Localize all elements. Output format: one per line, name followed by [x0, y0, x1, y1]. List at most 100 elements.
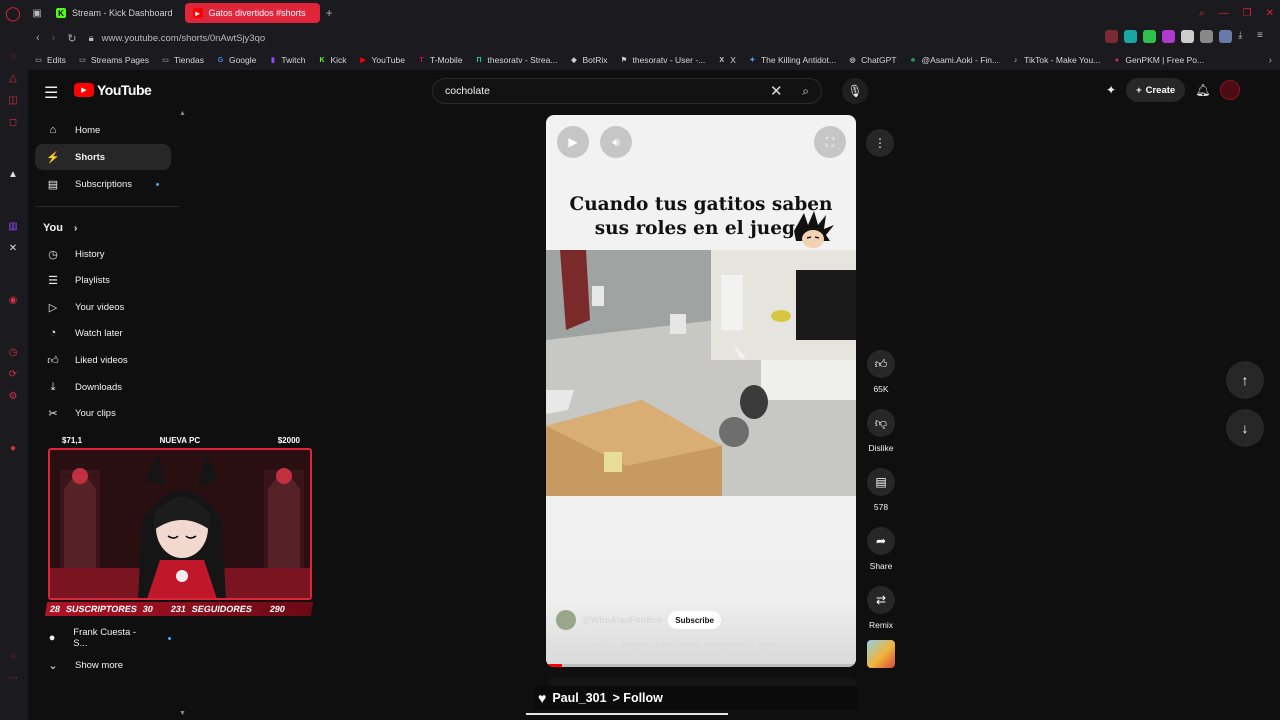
- bookmark-item[interactable]: ▭ Tiendas: [161, 55, 204, 65]
- voice-search-button[interactable]: 🎙︎: [842, 78, 868, 104]
- more-icon[interactable]: ⋯: [7, 672, 19, 684]
- browser-menu-icon[interactable]: ≡: [1257, 30, 1270, 43]
- bookmark-item[interactable]: ▭ Edits: [34, 55, 66, 65]
- messenger-icon[interactable]: ◌: [7, 50, 19, 62]
- notifications-icon[interactable]: 🔔︎: [1195, 83, 1210, 97]
- sidebar-item-your-clips[interactable]: ✂ Your clips: [35, 400, 171, 426]
- dislike-button[interactable]: 👎︎: [867, 409, 895, 437]
- bookmark-item[interactable]: ⚑ thesoratv - User -...: [620, 55, 705, 65]
- bookmarks-overflow-icon[interactable]: ›: [1269, 55, 1272, 66]
- clear-search-icon[interactable]: ✕: [770, 82, 783, 100]
- bookmark-item[interactable]: ✦ The Killing Antidot...: [748, 55, 837, 65]
- tab-kick-dashboard[interactable]: K Stream - Kick Dashboard: [48, 3, 181, 23]
- extension-icon[interactable]: [1105, 30, 1118, 43]
- bookmark-item[interactable]: ● GenPKM | Free Po...: [1112, 55, 1204, 65]
- search-box[interactable]: cocholate ✕ ⌕: [432, 78, 822, 104]
- download-icon[interactable]: ⤓: [1238, 30, 1251, 43]
- close-window-icon[interactable]: ✕: [1266, 8, 1274, 19]
- bookmark-item[interactable]: ▮ Twitch: [268, 55, 306, 65]
- like-button[interactable]: 👍︎: [867, 350, 895, 378]
- puzzle-icon[interactable]: [1200, 30, 1213, 43]
- share-button[interactable]: ➦: [867, 527, 895, 555]
- sidebar-item-history[interactable]: ◷ History: [35, 241, 171, 267]
- search-input[interactable]: cocholate: [445, 85, 490, 97]
- bookmark-item[interactable]: G Google: [216, 55, 257, 65]
- sidebar-item-frank-cuesta-s[interactable]: ● Frank Cuesta - S...: [35, 625, 171, 651]
- extension-icon[interactable]: [1162, 30, 1175, 43]
- tab-menu-icon[interactable]: ▣: [26, 8, 48, 19]
- sidebar-item-subscriptions[interactable]: ▤ Subscriptions: [35, 171, 171, 197]
- scroll-up-icon[interactable]: ▲: [179, 110, 186, 117]
- sidebar-item-liked-videos[interactable]: 👍︎ Liked videos: [35, 347, 171, 373]
- sidebar-item-watch-later[interactable]: ◔ Watch later: [35, 320, 171, 346]
- bookmark-item[interactable]: ♣ @Asami.Aoki - Fin...: [909, 55, 999, 65]
- forward-icon[interactable]: ›: [52, 32, 56, 45]
- short-hashtags[interactable]: #shorts #viralshorts #dragonballz #goku: [620, 639, 783, 649]
- reload-icon[interactable]: ↻: [67, 32, 76, 45]
- bookmark-item[interactable]: XX: [717, 55, 736, 65]
- bookmark-item[interactable]: ◆ BotRix: [569, 55, 607, 65]
- sidebar-setup-icon[interactable]: ⁘: [7, 650, 19, 662]
- settings-icon[interactable]: ⚙: [7, 390, 19, 402]
- scroll-down-icon[interactable]: ▼: [179, 710, 186, 717]
- channel-handle[interactable]: @WhoAlanFonfico: [582, 615, 662, 625]
- sound-thumbnail[interactable]: [867, 640, 895, 668]
- dislike-action[interactable]: 👎︎ Dislike: [866, 409, 896, 453]
- sidebar-item-show-more[interactable]: ⌄ Show more: [35, 652, 171, 678]
- play-button[interactable]: ▶: [557, 126, 589, 158]
- bookmark-item[interactable]: ▭ Streams Pages: [78, 55, 149, 65]
- url-field[interactable]: 🔒︎ www.youtube.com/shorts/0nAwtSjy3qo: [89, 33, 266, 44]
- remix-button[interactable]: ⇄: [867, 586, 895, 614]
- avatar[interactable]: [1220, 80, 1241, 100]
- short-progress-bar[interactable]: [546, 664, 856, 667]
- create-button[interactable]: + Create: [1126, 78, 1186, 102]
- volume-button[interactable]: 🔊︎: [600, 126, 632, 158]
- minimize-icon[interactable]: —: [1219, 8, 1229, 19]
- previous-short-button[interactable]: ↑: [1226, 361, 1264, 399]
- pinboard-icon[interactable]: ◫: [7, 94, 19, 106]
- player-icon[interactable]: ◉: [7, 294, 19, 306]
- bookmark-item[interactable]: K Kick: [317, 55, 346, 65]
- twitch-sidebar-icon[interactable]: ▥: [7, 220, 19, 232]
- extension-icon[interactable]: [1124, 30, 1137, 43]
- short-video-frame[interactable]: [546, 250, 856, 496]
- sidebar-item-your-videos[interactable]: ▷ Your videos: [35, 294, 171, 320]
- sync-icon[interactable]: ⟳: [7, 368, 19, 380]
- tab-youtube-short[interactable]: ▸ Gatos divertidos #shorts: [184, 3, 320, 23]
- comments-button[interactable]: ▤: [867, 468, 895, 496]
- sidebar-item-downloads[interactable]: ⤓ Downloads: [35, 374, 171, 400]
- next-short-button[interactable]: ↓: [1226, 409, 1264, 447]
- bookmark-item[interactable]: ♪ TikTok - Make You...: [1011, 55, 1100, 65]
- sidebar-item-playlists[interactable]: ☰ Playlists: [35, 267, 171, 293]
- comments-action[interactable]: ▤ 578: [866, 468, 896, 512]
- extension-sidebar-icon[interactable]: ●: [7, 442, 19, 454]
- opera-logo-icon[interactable]: ◯: [0, 0, 26, 26]
- x-sidebar-icon[interactable]: ✕: [7, 242, 19, 254]
- youtube-logo[interactable]: ▶ YouTube: [74, 82, 152, 98]
- search-tabs-icon[interactable]: ⌕: [1199, 8, 1205, 19]
- sidebar-item-shorts[interactable]: ⚡ Shorts: [35, 144, 171, 170]
- like-action[interactable]: 👍︎ 65K: [866, 350, 896, 394]
- history-sidebar-icon[interactable]: ◷: [7, 346, 19, 358]
- share-action[interactable]: ➦ Share: [866, 527, 896, 571]
- maximize-icon[interactable]: ❐: [1243, 8, 1252, 19]
- channel-avatar[interactable]: [556, 610, 576, 630]
- extension-icon[interactable]: [1181, 30, 1194, 43]
- kick-sidebar-icon[interactable]: ▲: [7, 168, 19, 180]
- remix-action[interactable]: ⇄ Remix: [866, 586, 896, 630]
- bookmark-item[interactable]: T T-Mobile: [417, 55, 462, 65]
- new-tab-button[interactable]: +: [326, 6, 333, 20]
- fullscreen-button[interactable]: ⛶: [814, 126, 846, 158]
- you-section-header[interactable]: You ›: [43, 222, 77, 234]
- gemini-icon[interactable]: ✦: [1106, 83, 1116, 97]
- bookmark-item[interactable]: ▶ YouTube: [359, 55, 405, 65]
- menu-icon[interactable]: ☰: [44, 83, 58, 103]
- sidebar-item-home[interactable]: ⌂ Home: [35, 117, 171, 143]
- bookmark-item[interactable]: ◎ ChatGPT: [848, 55, 897, 65]
- subscribe-button[interactable]: Subscribe: [668, 611, 721, 629]
- shorts-player[interactable]: ▶ 🔊︎ ⛶ Cuando tus gatitos saben sus role…: [546, 115, 856, 667]
- music-icon[interactable]: ◻: [7, 116, 19, 128]
- back-icon[interactable]: ‹: [36, 32, 40, 45]
- profile-icon[interactable]: [1219, 30, 1232, 43]
- more-options-button[interactable]: ⋮: [866, 129, 894, 157]
